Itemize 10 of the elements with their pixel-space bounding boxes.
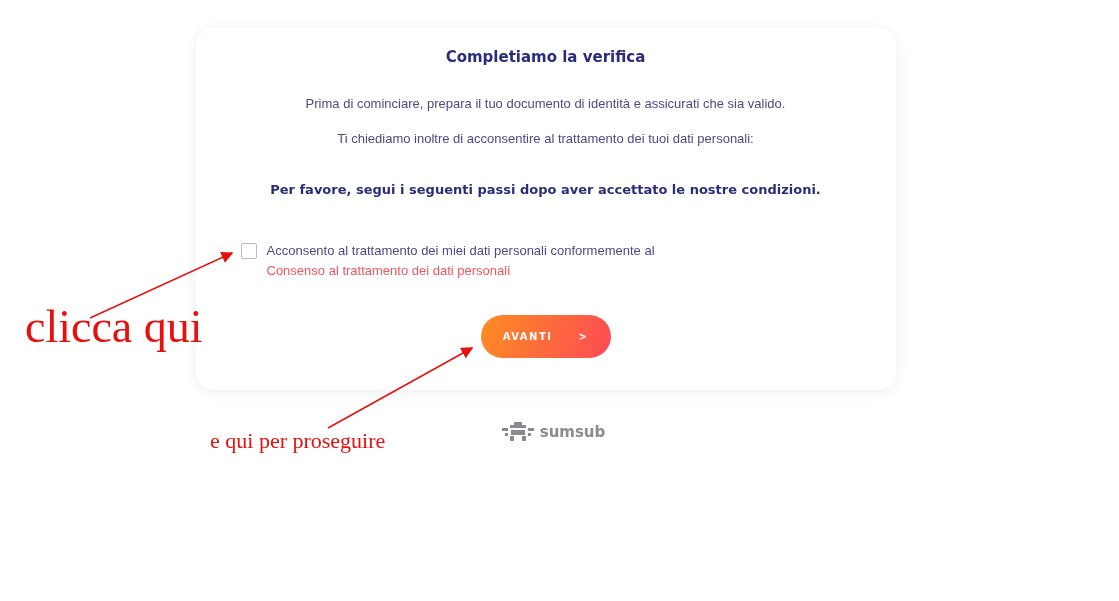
- consent-link[interactable]: Consenso al trattamento dei dati personali: [266, 263, 511, 278]
- consent-text: Acconsento al trattamento dei miei dati personali conformemente al Consenso al trattamento dei dati personali: [266, 242, 656, 280]
- instruction-text: Per favore, segui i seguenti passi dopo aver accettato le nostre condizioni.: [270, 182, 821, 197]
- card-title: Completiamo la verifica: [445, 48, 646, 66]
- info-text: Ti chiediamo inoltre di acconsentire al trattamento dei tuoi dati personali:: [337, 131, 754, 146]
- annotation-text: e qui per proseguire: [210, 428, 386, 454]
- logo-text: sumsub: [539, 423, 606, 441]
- info-text: Prima di cominciare, prepara il tuo documento di identità e assicurati che sia valido.: [305, 96, 786, 111]
- next-button[interactable]: AVANTI >: [480, 315, 611, 358]
- annotation-text: clicca qui: [25, 300, 203, 353]
